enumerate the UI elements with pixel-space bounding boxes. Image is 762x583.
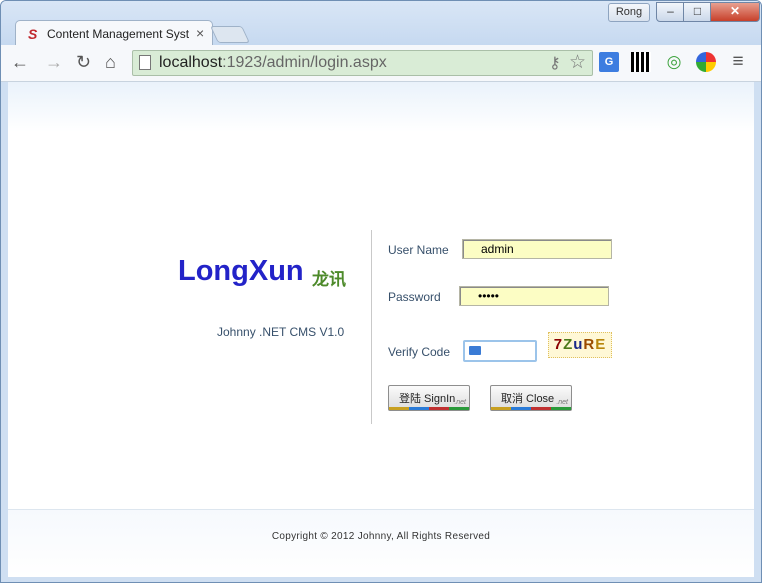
menu-icon[interactable]: ≡ xyxy=(728,52,748,72)
verify-code-input[interactable] xyxy=(463,340,537,362)
key-icon[interactable]: ⚷ xyxy=(549,53,561,73)
net-badge: .net xyxy=(454,399,466,406)
browser-window: Rong – □ ✕ S Content Management System ×… xyxy=(0,0,762,583)
password-label: Password xyxy=(388,290,441,304)
home-icon[interactable]: ⌂ xyxy=(105,52,116,73)
password-input[interactable] xyxy=(459,286,609,306)
tab-title: Content Management System xyxy=(47,27,189,41)
login-page: LongXun 龙讯 Johnny .NET CMS V1.0 User Nam… xyxy=(8,82,754,577)
translate-extension-icon[interactable]: G xyxy=(599,52,619,72)
tab-close-icon[interactable]: × xyxy=(196,25,204,41)
close-button-label: 取消 Close xyxy=(501,393,555,405)
close-button[interactable]: 取消 Close .net xyxy=(490,385,572,411)
footer-band xyxy=(8,509,754,577)
tab-active[interactable]: S Content Management System × xyxy=(15,20,213,47)
keyboard-icon xyxy=(469,346,481,355)
username-label: User Name xyxy=(388,243,449,257)
forward-icon[interactable]: → xyxy=(45,52,63,73)
new-tab-button[interactable] xyxy=(210,26,250,43)
brand-logo: LongXun xyxy=(178,255,304,287)
refresh-extension-icon[interactable]: ◎ xyxy=(664,52,684,72)
brand-logo-cn: 龙讯 xyxy=(312,270,346,289)
browser-toolbar: ← → ↻ ⌂ localhost:1923/admin/login.aspx … xyxy=(1,45,761,82)
reload-icon[interactable]: ↻ xyxy=(76,52,91,73)
bookmark-star-icon[interactable]: ☆ xyxy=(569,51,586,74)
minimize-button[interactable]: – xyxy=(656,2,685,22)
signin-button[interactable]: 登陆 SignIn .net xyxy=(388,385,470,411)
net-badge: .net xyxy=(556,399,568,406)
back-icon[interactable]: ← xyxy=(11,52,29,73)
title-bar: Rong – □ ✕ S Content Management System × xyxy=(1,1,761,47)
captcha-image[interactable]: 7ZuRE xyxy=(548,332,612,358)
address-bar[interactable]: localhost:1923/admin/login.aspx ⚷ ☆ xyxy=(132,50,593,76)
maximize-button[interactable]: □ xyxy=(683,2,712,22)
color-extension-icon[interactable] xyxy=(696,52,716,72)
vertical-divider xyxy=(371,230,372,424)
signin-button-label: 登陆 SignIn xyxy=(399,393,456,405)
user-badge[interactable]: Rong xyxy=(608,3,650,22)
copyright-text: Copyright © 2012 Johnny, All Rights Rese… xyxy=(271,531,491,542)
button-stripe xyxy=(389,407,469,410)
username-input[interactable] xyxy=(462,239,612,259)
site-favicon-icon: S xyxy=(28,26,38,42)
qr-code-extension-icon[interactable] xyxy=(631,52,651,72)
verify-code-label: Verify Code xyxy=(388,345,451,359)
address-url[interactable]: localhost:1923/admin/login.aspx xyxy=(159,54,387,72)
page-icon xyxy=(139,55,151,70)
version-text: Johnny .NET CMS V1.0 xyxy=(217,325,345,339)
header-band xyxy=(8,82,754,132)
close-window-button[interactable]: ✕ xyxy=(710,2,760,22)
button-stripe xyxy=(491,407,571,410)
